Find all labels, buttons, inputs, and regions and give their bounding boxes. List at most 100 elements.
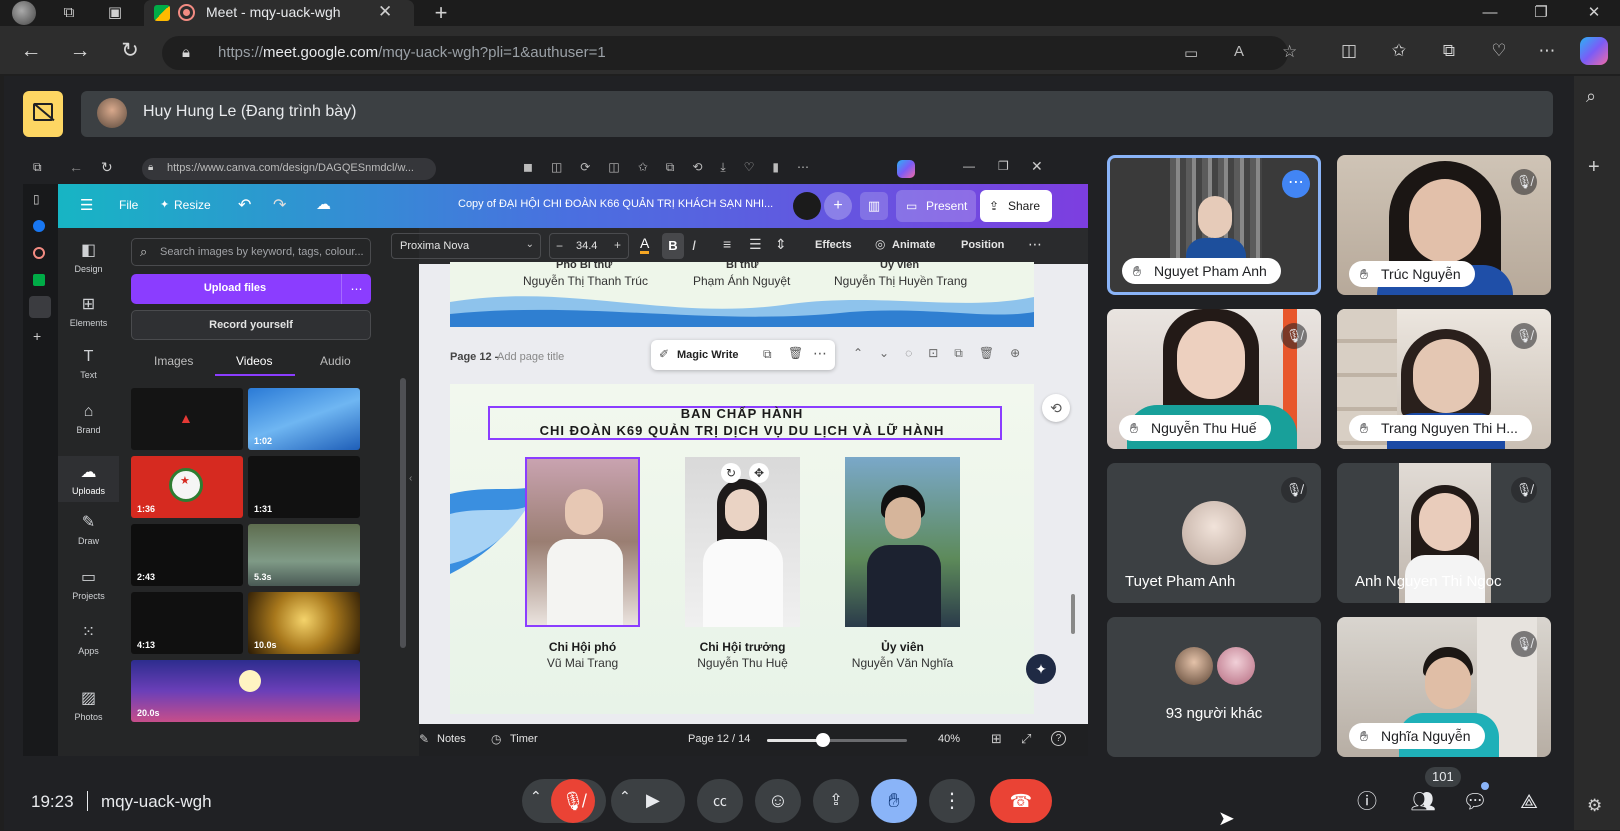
c-record-yourself-label: Record yourself bbox=[209, 319, 293, 331]
leave-call-button[interactable]: ☎︎ bbox=[990, 779, 1052, 823]
camera-button[interactable]: ▶︎ bbox=[646, 790, 660, 811]
c-resize-icon: ✦ bbox=[160, 199, 170, 211]
profile-avatar[interactable] bbox=[12, 1, 36, 25]
search-icon[interactable]: ⌕ bbox=[1586, 86, 1596, 107]
c-tab-videos: Videos bbox=[236, 354, 273, 368]
extension-puzzle-icon[interactable]: ◫ bbox=[1336, 38, 1362, 64]
minimize-icon[interactable]: — bbox=[1479, 3, 1501, 23]
canva-url-field: 🔒︎ https://www.canva.com/design/DAGQESnm… bbox=[142, 158, 436, 180]
c-search-box: ⌕ Search images by keyword, tags, colour… bbox=[131, 238, 371, 266]
back-icon[interactable]: ← bbox=[18, 38, 44, 64]
person-head bbox=[1198, 196, 1232, 238]
magic-write-toolbar: ✐ Magic Write ⧉ 🗑︎ ⋯ bbox=[651, 340, 835, 370]
participant-tile[interactable]: 🎙︎̸ ✋︎ Nghĩa Nguyễn bbox=[1337, 617, 1551, 757]
forward-icon[interactable]: → bbox=[67, 38, 93, 64]
c-font-size-stepper: − 34.4 + bbox=[549, 233, 629, 259]
more-options-icon[interactable]: ⋯ bbox=[1282, 170, 1310, 198]
browser-essentials-icon[interactable]: ♡ bbox=[1486, 38, 1512, 64]
mic-off-icon: 🎙︎̸ bbox=[1511, 631, 1537, 657]
favorites-icon[interactable]: ✩ bbox=[1386, 38, 1412, 64]
mic-off-icon: 🎙︎̸ bbox=[1281, 477, 1307, 503]
participant-tile[interactable]: 🎙︎̸ ✋︎ Trang Nguyen Thi H... bbox=[1337, 309, 1551, 449]
tab-actions-icon[interactable]: ▣ bbox=[104, 3, 126, 23]
c-text-color-icon: A bbox=[640, 236, 650, 254]
chat-icon[interactable]: 💬︎ bbox=[1461, 788, 1489, 816]
member-role: Ủy viên bbox=[881, 640, 924, 654]
settings-more-icon[interactable]: ⋯ bbox=[1534, 38, 1560, 64]
more-options-button[interactable]: ⋮ bbox=[929, 779, 975, 823]
more-icon: ⋯ bbox=[813, 345, 827, 361]
participant-name: Tuyet Pham Anh bbox=[1125, 573, 1236, 590]
participant-tile[interactable]: 🎙︎̸ ✋︎ Nguyễn Thu Huế bbox=[1107, 309, 1321, 449]
person-head bbox=[1177, 321, 1245, 399]
new-tab-icon[interactable]: + bbox=[430, 2, 452, 24]
c-resize-menu: Resize bbox=[174, 198, 211, 212]
participant-tile[interactable]: 🎙︎̸ ✋︎ Trúc Nguyễn bbox=[1337, 155, 1551, 295]
collections-icon[interactable]: ⧉ bbox=[1436, 38, 1462, 64]
apps-icon: ⁙ bbox=[81, 624, 96, 641]
magic-write-label: Magic Write bbox=[677, 349, 739, 361]
copilot-icon[interactable] bbox=[1580, 37, 1608, 65]
captions-button[interactable]: ㏄ bbox=[697, 779, 743, 823]
favorite-star-icon[interactable]: ☆ bbox=[1282, 42, 1297, 62]
rail-brand-label: Brand bbox=[76, 425, 101, 435]
video-duration: 5.3s bbox=[254, 572, 272, 582]
read-aloud-icon[interactable]: A bbox=[1234, 43, 1244, 60]
restore-icon[interactable]: ❐ bbox=[1530, 3, 1552, 23]
help-icon: ? bbox=[1051, 731, 1066, 746]
mic-off-button[interactable]: 🎙︎̸ bbox=[551, 779, 595, 823]
current-slide: BAN CHẤP HÀNH CHI ĐOÀN K69 QUẢN TRỊ DỊCH… bbox=[450, 384, 1034, 714]
participant-tile[interactable]: ⋯ ✋︎ Nguyet Pham Anh bbox=[1107, 155, 1321, 295]
audio-options-chevron-icon[interactable]: ⌃ bbox=[530, 788, 542, 805]
video-thumb: 1:31 bbox=[248, 456, 360, 518]
c-doc-title: Copy of ĐẠI HỘI CHI ĐOÀN K66 QUẢN TRỊ KH… bbox=[458, 198, 774, 210]
raised-hand-icon: ✋︎ bbox=[1360, 728, 1368, 744]
video-duration: 1:02 bbox=[254, 436, 273, 446]
settings-icon[interactable]: ⚙ bbox=[1587, 796, 1602, 816]
rail-projects: ▭ Projects bbox=[58, 567, 119, 601]
video-thumb: 4:13 bbox=[131, 592, 243, 654]
presenter-label: Huy Hung Le (Đang trình bày) bbox=[143, 103, 357, 120]
mic-off-icon: 🎙︎̸ bbox=[1511, 323, 1537, 349]
others-tile[interactable]: 93 người khác bbox=[1107, 617, 1321, 757]
raise-hand-button[interactable]: ✋︎ bbox=[871, 779, 917, 823]
member-photo bbox=[845, 457, 960, 627]
c-ext-icons: ◼◫⟳◫✩⧉⟲⤓♡▮⋯ bbox=[523, 160, 828, 174]
meeting-code: mqy-uack-wgh bbox=[101, 792, 212, 811]
c-collapse-icon: ‹ bbox=[409, 473, 413, 484]
workspaces-icon[interactable]: ⧉ bbox=[58, 3, 80, 23]
zoom-level: 40% bbox=[938, 733, 961, 745]
tab-meet[interactable]: Meet - mqy-uack-wgh ✕ bbox=[144, 0, 414, 26]
person-body bbox=[867, 545, 941, 627]
participant-tile[interactable]: Tuyet Pham Anh 🎙︎̸ bbox=[1107, 463, 1321, 603]
url-text[interactable]: https://meet.google.com/mqy-uack-wgh?pli… bbox=[218, 44, 606, 61]
c-tab-images: Images bbox=[154, 354, 194, 368]
add-icon[interactable]: + bbox=[1588, 156, 1600, 179]
participant-name-pill: ✋︎ Nguyễn Thu Huế bbox=[1119, 415, 1271, 441]
present-screen-button[interactable]: ⇪ bbox=[813, 779, 859, 823]
window-close-icon[interactable]: ✕ bbox=[1583, 3, 1605, 23]
meeting-details-icon[interactable]: ⓘ bbox=[1353, 788, 1381, 816]
people-icon[interactable]: 👥︎ bbox=[1409, 788, 1437, 816]
design-icon: ◧ bbox=[80, 242, 97, 259]
rail-photos: ▨ Photos bbox=[58, 688, 119, 722]
notes-label: Notes bbox=[437, 733, 466, 745]
participant-tile[interactable]: Anh Nguyen Thi Ngoc 🎙︎̸ bbox=[1337, 463, 1551, 603]
prev-role: Ủy viên bbox=[880, 262, 920, 271]
canva-header: ☰ File ✦ Resize ↶ ↷ ☁ Copy of ĐẠI HỘI CH… bbox=[58, 184, 1088, 228]
lock-icon[interactable]: 🔒︎ bbox=[182, 44, 190, 61]
others-count: 93 người khác bbox=[1165, 705, 1263, 722]
camera-permission-icon[interactable]: ▭ bbox=[1184, 44, 1198, 62]
reactions-button[interactable]: ☺ bbox=[755, 779, 801, 823]
c-plus-icon: + bbox=[614, 238, 622, 252]
video-options-chevron-icon[interactable]: ⌃ bbox=[619, 788, 631, 805]
participant-count-badge: 101 bbox=[1425, 767, 1461, 787]
close-tab-icon[interactable]: ✕ bbox=[378, 2, 392, 22]
reload-icon[interactable]: ↻ bbox=[117, 38, 143, 64]
stop-presenting-button[interactable] bbox=[23, 91, 63, 137]
person-body bbox=[547, 539, 623, 625]
activities-icon[interactable]: ⟁ bbox=[1515, 788, 1543, 816]
canva-footer: ✎ Notes ◷ Timer Page 12 / 14 40% ⊞ ⤢ ? bbox=[419, 724, 1088, 756]
canva-url: https://www.canva.com/design/DAGQESnmdcl… bbox=[167, 162, 414, 174]
fullscreen-icon: ⤢ bbox=[1021, 731, 1032, 746]
